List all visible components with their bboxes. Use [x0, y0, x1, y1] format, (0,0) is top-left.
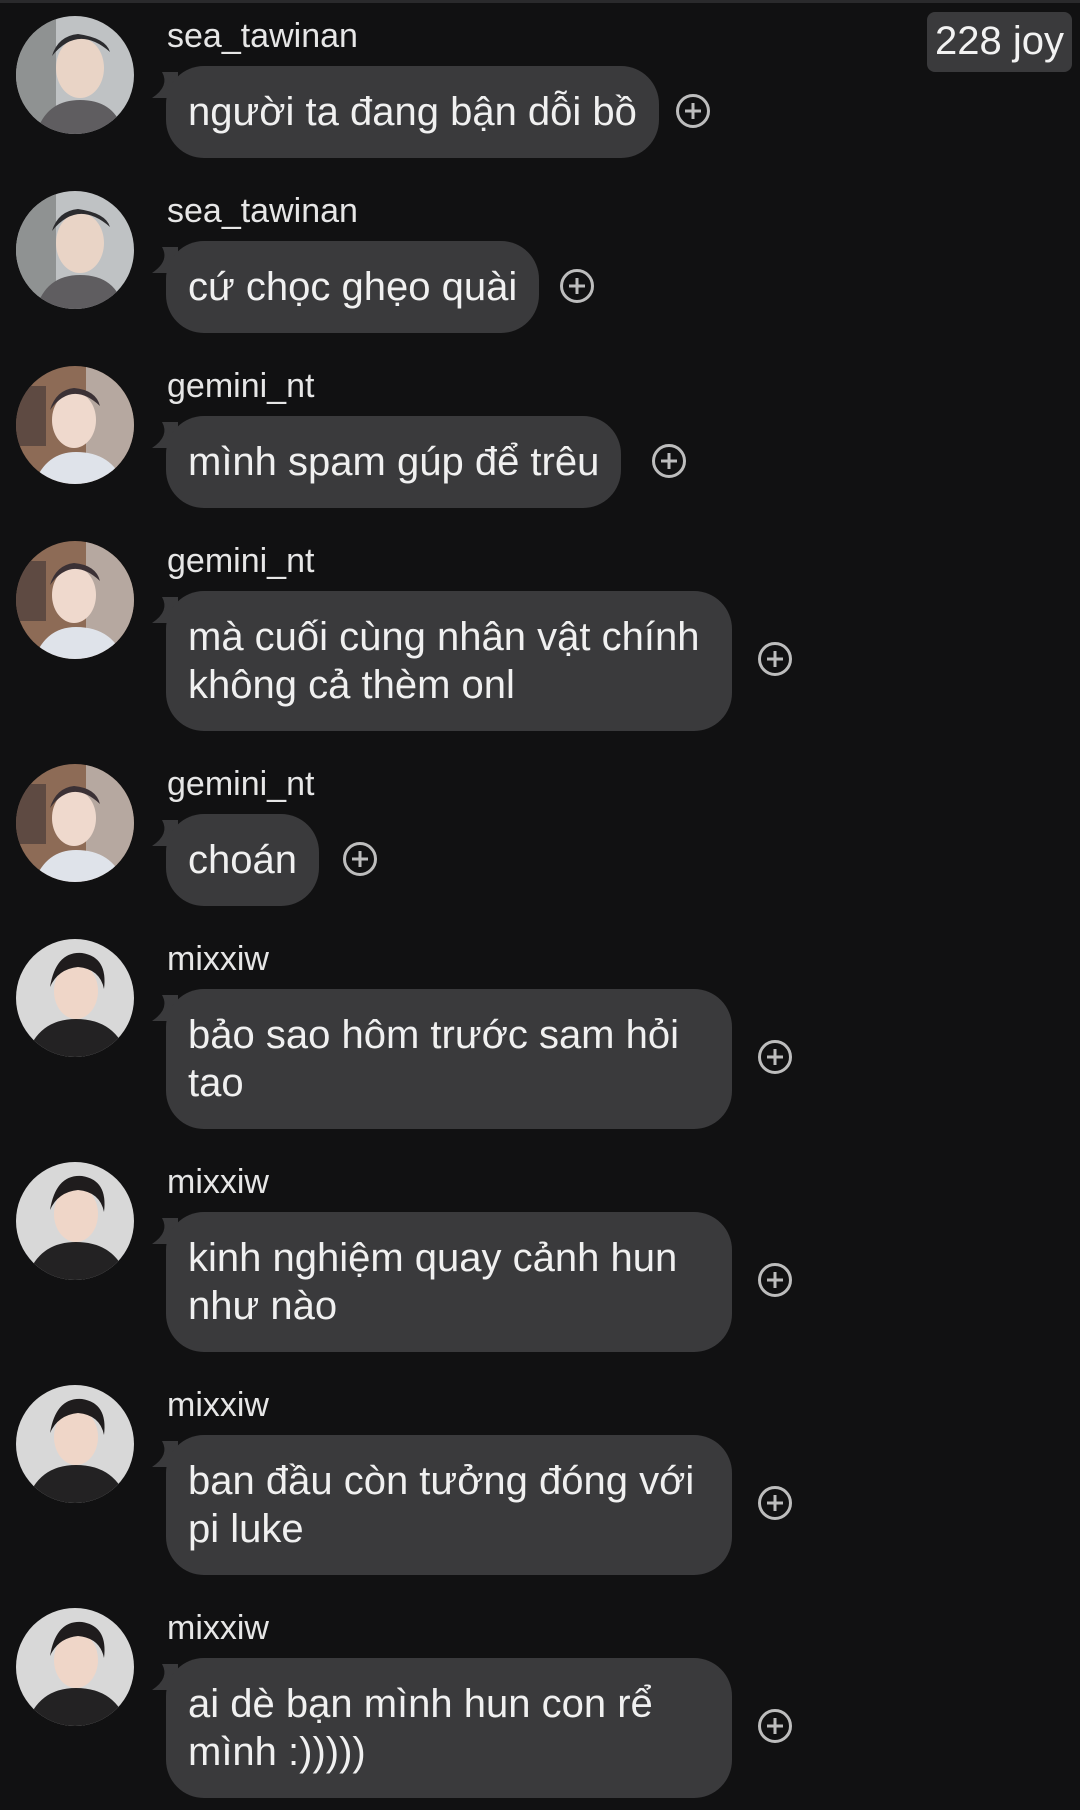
message-bubble[interactable]: cứ chọc ghẹo quài	[166, 241, 540, 333]
username[interactable]: gemini_nt	[167, 764, 314, 804]
add-reaction-icon[interactable]	[758, 1709, 792, 1743]
top-divider	[0, 0, 1080, 3]
username[interactable]: mixxiw	[167, 939, 269, 979]
username[interactable]: sea_tawinan	[167, 191, 358, 231]
add-reaction-icon[interactable]	[758, 642, 792, 676]
message-text: mình spam gúp để trêu	[188, 440, 600, 484]
username[interactable]: mixxiw	[167, 1385, 269, 1425]
message-text: ai dè bạn mình hun con rể mình :)))))	[188, 1682, 653, 1774]
message-text: người ta đang bận dỗi bồ	[188, 90, 637, 134]
avatar[interactable]	[16, 939, 134, 1057]
username[interactable]: gemini_nt	[167, 541, 314, 581]
message-bubble[interactable]: ai dè bạn mình hun con rể mình :)))))	[166, 1658, 732, 1798]
add-reaction-icon[interactable]	[652, 444, 686, 478]
avatar[interactable]	[16, 366, 134, 484]
add-reaction-icon[interactable]	[560, 269, 594, 303]
username[interactable]: gemini_nt	[167, 366, 314, 406]
message-text: kinh nghiệm quay cảnh hun như nào	[188, 1236, 678, 1328]
message-bubble[interactable]: mình spam gúp để trêu	[166, 416, 622, 508]
add-reaction-icon[interactable]	[676, 94, 710, 128]
avatar[interactable]	[16, 541, 134, 659]
message-text: choán	[188, 838, 297, 882]
message-bubble[interactable]: bảo sao hôm trước sam hỏi tao	[166, 989, 732, 1129]
add-reaction-icon[interactable]	[343, 842, 377, 876]
avatar[interactable]	[16, 1385, 134, 1503]
message-bubble[interactable]: choán	[166, 814, 319, 906]
add-reaction-icon[interactable]	[758, 1040, 792, 1074]
avatar[interactable]	[16, 191, 134, 309]
avatar[interactable]	[16, 1608, 134, 1726]
username[interactable]: mixxiw	[167, 1162, 269, 1202]
message-text: cứ chọc ghẹo quài	[188, 265, 518, 309]
message-bubble[interactable]: kinh nghiệm quay cảnh hun như nào	[166, 1212, 732, 1352]
message-bubble[interactable]: người ta đang bận dỗi bồ	[166, 66, 659, 158]
add-reaction-icon[interactable]	[758, 1263, 792, 1297]
add-reaction-icon[interactable]	[758, 1486, 792, 1520]
avatar[interactable]	[16, 1162, 134, 1280]
username[interactable]: mixxiw	[167, 1608, 269, 1648]
message-bubble[interactable]: ban đầu còn tưởng đóng với pi luke	[166, 1435, 732, 1575]
message-text: bảo sao hôm trước sam hỏi tao	[188, 1013, 679, 1105]
message-text: mà cuối cùng nhân vật chính không cả thè…	[188, 615, 700, 707]
message-bubble[interactable]: mà cuối cùng nhân vật chính không cả thè…	[166, 591, 732, 731]
username[interactable]: sea_tawinan	[167, 16, 358, 56]
joy-counter-badge[interactable]: 228 joy	[927, 12, 1072, 72]
message-text: ban đầu còn tưởng đóng với pi luke	[188, 1459, 695, 1551]
avatar[interactable]	[16, 764, 134, 882]
avatar[interactable]	[16, 16, 134, 134]
